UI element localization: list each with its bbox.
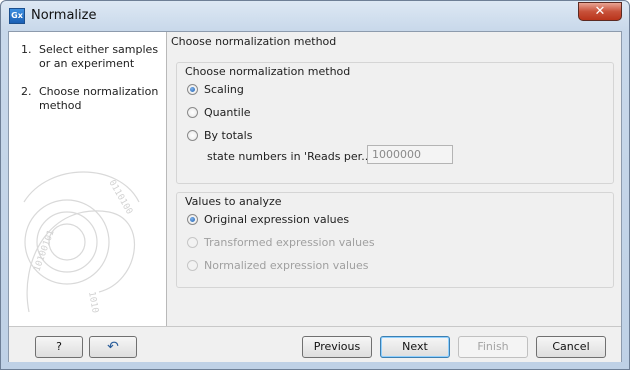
next-button[interactable]: Next	[380, 336, 450, 358]
radio-quantile[interactable]: Quantile	[187, 106, 251, 119]
radio-label: Original expression values	[204, 213, 350, 226]
radio-by-totals[interactable]: By totals	[187, 129, 252, 142]
button-bar: ? ↶ Previous Next Finish Cancel	[9, 326, 621, 362]
radio-unselected-icon[interactable]	[187, 107, 198, 118]
group-title: Values to analyze	[183, 195, 284, 208]
radio-label: Scaling	[204, 83, 244, 96]
step-number: 1.	[21, 43, 32, 56]
svg-text:1010: 1010	[86, 291, 100, 314]
close-button[interactable]: ✕	[578, 2, 622, 21]
radio-normalized-values: Normalized expression values	[187, 259, 368, 272]
radio-unselected-icon[interactable]	[187, 130, 198, 141]
app-icon: Gx	[9, 8, 25, 24]
radio-selected-icon[interactable]	[187, 214, 198, 225]
group-title: Choose normalization method	[183, 65, 353, 78]
svg-text:0110100: 0110100	[106, 179, 134, 217]
radio-transformed-values: Transformed expression values	[187, 236, 375, 249]
step-label: Select either samples or an experiment	[39, 43, 159, 70]
radio-label: Transformed expression values	[204, 236, 375, 249]
wizard-step-normalization: 2. Choose normalization method	[21, 85, 161, 113]
undo-arrow-icon: ↶	[107, 339, 119, 355]
reset-button[interactable]: ↶	[89, 336, 137, 358]
dialog-body: 1. Select either samples or an experimen…	[8, 31, 622, 362]
main-panel: Choose normalization method Choose norma…	[167, 32, 621, 326]
values-to-analyze-group: Values to analyze Original expression va…	[176, 192, 614, 288]
wizard-steps-list: 1. Select either samples or an experimen…	[21, 43, 161, 127]
radio-label: Quantile	[204, 106, 251, 119]
previous-button[interactable]: Previous	[302, 336, 372, 358]
reads-per-label: state numbers in 'Reads per...':	[207, 150, 379, 163]
radio-unselected-icon	[187, 237, 198, 248]
reads-per-input[interactable]: 1000000	[367, 145, 453, 164]
title-bar: Gx Normalize ✕	[1, 1, 629, 31]
normalize-dialog: Gx Normalize ✕ 1. Select either samples …	[0, 0, 630, 370]
help-button[interactable]: ?	[35, 336, 83, 358]
wizard-steps-panel: 1. Select either samples or an experimen…	[9, 32, 167, 326]
radio-scaling[interactable]: Scaling	[187, 83, 244, 96]
decorative-spiral-logo: 0110100 10100101 1010	[23, 171, 140, 314]
wizard-step-select: 1. Select either samples or an experimen…	[21, 43, 161, 71]
step-number: 2.	[21, 85, 32, 98]
normalization-method-group: Choose normalization method Scaling Quan…	[176, 62, 614, 184]
radio-unselected-icon	[187, 260, 198, 271]
cancel-button[interactable]: Cancel	[536, 336, 606, 358]
window-title: Normalize	[31, 8, 97, 23]
radio-label: By totals	[204, 129, 253, 142]
page-title: Choose normalization method	[171, 35, 337, 48]
radio-original-values[interactable]: Original expression values	[187, 213, 349, 226]
step-label: Choose normalization method	[39, 85, 159, 112]
radio-selected-icon[interactable]	[187, 84, 198, 95]
finish-button: Finish	[458, 336, 528, 358]
radio-label: Normalized expression values	[204, 259, 369, 272]
